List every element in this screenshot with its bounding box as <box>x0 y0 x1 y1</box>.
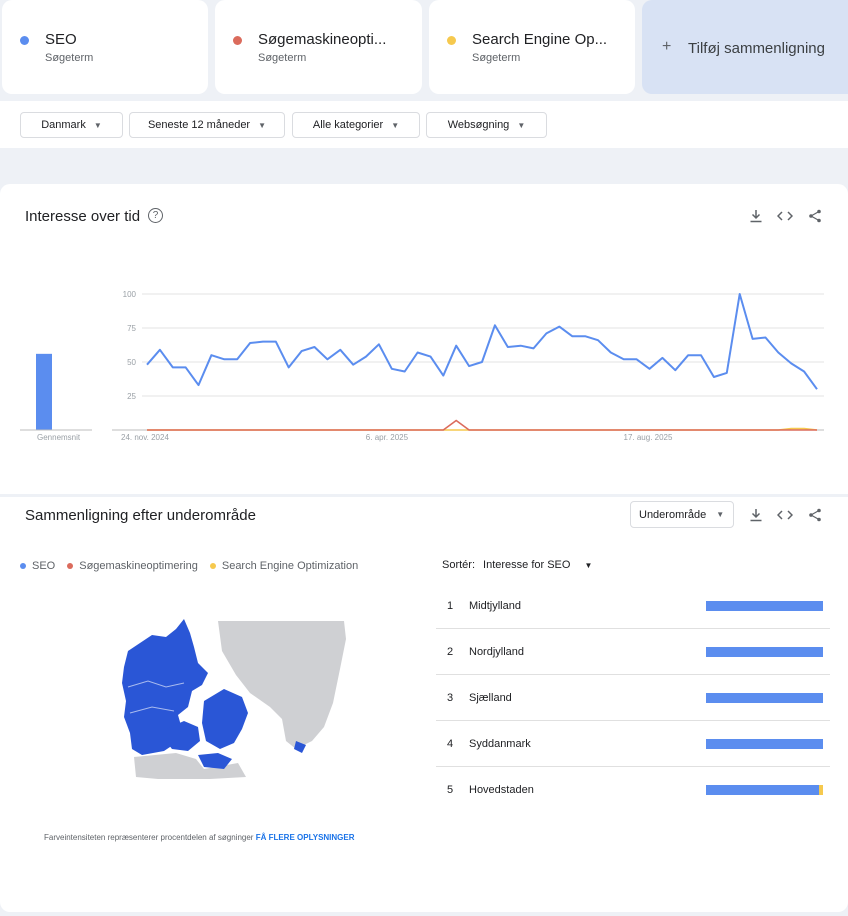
filter-label: Seneste 12 måneder <box>147 119 251 131</box>
region-name: Midtjylland <box>469 600 521 612</box>
filter-bar: Danmark ▼ Seneste 12 måneder ▼ Alle kate… <box>0 101 848 148</box>
region-map <box>122 619 346 779</box>
region-share-bar <box>706 647 823 657</box>
bar-segment-seo <box>706 647 823 657</box>
region-name: Sjælland <box>469 692 512 704</box>
filter-category[interactable]: Alle kategorier ▼ <box>292 112 420 138</box>
bar-segment-seo <box>706 693 823 703</box>
legend-item: SEO <box>20 560 55 572</box>
average-label: Gennemsnit <box>37 433 81 442</box>
average-bar <box>36 353 52 430</box>
y-tick-label: 50 <box>127 358 136 367</box>
legend-dot <box>20 563 26 569</box>
filter-label: Websøgning <box>447 119 510 131</box>
share-icon[interactable] <box>806 506 824 524</box>
bar-segment-seo <box>706 785 820 795</box>
ranking-row[interactable]: 2 Nordjylland <box>436 629 830 675</box>
rank-number: 3 <box>447 692 454 704</box>
legend-dot <box>209 563 216 569</box>
caret-down-icon: ▼ <box>93 120 102 130</box>
region-share-bar <box>706 693 823 703</box>
caret-down-icon: ▼ <box>391 120 400 130</box>
map-footnote: Farveintensiteten repræsenterer procentd… <box>44 833 355 842</box>
ranking-row[interactable]: 5 Hovedstaden <box>436 767 830 813</box>
caret-down-icon: ▼ <box>258 120 267 130</box>
filter-search-type[interactable]: Websøgning ▼ <box>426 112 547 138</box>
more-info-link[interactable]: FÅ FLERE OPLYSNINGER <box>256 833 355 842</box>
embed-icon[interactable] <box>776 506 794 524</box>
sort-value: Interesse for SEO <box>483 559 571 571</box>
y-tick-label: 25 <box>127 392 136 401</box>
x-tick-label: 24. nov. 2024 <box>121 433 169 442</box>
region-share-bar <box>706 785 823 795</box>
series-line <box>146 293 818 390</box>
region-share-bar <box>706 739 823 749</box>
term-card-seo[interactable]: SEO Søgeterm <box>2 0 208 94</box>
rank-number: 5 <box>447 784 454 796</box>
neighbour-land-germany <box>134 753 246 779</box>
legend-item: Søgemaskineoptimering <box>67 560 198 572</box>
bar-segment-seo <box>706 739 823 749</box>
panel-title: Sammenligning efter underområde <box>25 507 256 524</box>
term-name: Search Engine Op... <box>472 31 608 48</box>
add-comparison-label: Tilføj sammenligning <box>688 40 825 57</box>
series-color-dot <box>233 36 242 45</box>
add-comparison-button[interactable]: + Tilføj sammenligning <box>642 0 848 94</box>
footnote-text: Farveintensiteten repræsenterer procentd… <box>44 833 254 842</box>
x-tick-label: 17. aug. 2025 <box>624 433 673 442</box>
region-sjaelland-hovedstaden[interactable] <box>202 689 248 749</box>
term-name: Søgemaskineopti... <box>258 31 387 48</box>
term-type: Søgeterm <box>45 52 94 64</box>
legend-dot <box>67 563 74 569</box>
download-icon[interactable] <box>747 506 765 524</box>
comparison-terms: SEO Søgeterm Søgemaskineopti... Søgeterm… <box>0 0 848 96</box>
interest-over-time-panel: Interesse over tid ? 25 50 75 100 24. nov. 2… <box>0 184 848 494</box>
sort-label: Sortér: <box>442 559 476 571</box>
y-tick-label: 75 <box>127 324 136 333</box>
ranking-row[interactable]: 4 Syddanmark <box>436 721 830 767</box>
caret-down-icon: ▼ <box>517 120 526 130</box>
sort-control[interactable]: Sortér: Interesse for SEO ▼ <box>442 559 592 571</box>
legend-label: SEO <box>32 560 56 572</box>
region-ranking-list: 1 Midtjylland 2 Nordjylland 3 Sjælland 4… <box>436 583 830 813</box>
filter-label: Alle kategorier <box>312 119 384 131</box>
caret-down-icon: ▼ <box>716 510 725 519</box>
region-comparison-panel: Sammenligning efter underområde Underomr… <box>0 497 848 912</box>
bar-segment-seo <box>706 601 823 611</box>
region-name: Hovedstaden <box>469 784 534 796</box>
x-tick-label: 6. apr. 2025 <box>366 433 409 442</box>
region-share-bar <box>706 601 823 611</box>
term-type: Søgeterm <box>258 52 307 64</box>
term-card-search-engine-optimization[interactable]: Search Engine Op... Søgeterm <box>429 0 635 94</box>
interest-line-chart: 25 50 75 100 24. nov. 2024 6. apr. 2025 17. au… <box>20 290 824 442</box>
ranking-row[interactable]: 1 Midtjylland <box>436 583 830 629</box>
region-legend: SEO Søgemaskineoptimering Search Engine … <box>20 560 358 572</box>
series-color-dot <box>447 36 456 45</box>
legend-label: Søgemaskineoptimering <box>79 560 198 572</box>
subregion-select[interactable]: Underområde ▼ <box>630 501 734 528</box>
filter-label: Danmark <box>41 119 86 131</box>
region-name: Nordjylland <box>469 646 525 658</box>
filter-time-range[interactable]: Seneste 12 måneder ▼ <box>129 112 285 138</box>
caret-down-icon: ▼ <box>584 560 593 570</box>
legend-item: Search Engine Optimization <box>209 560 359 572</box>
region-name: Syddanmark <box>469 738 531 750</box>
select-value: Underområde <box>639 508 707 521</box>
y-tick-label: 100 <box>123 290 137 299</box>
legend-label: Search Engine Optimization <box>221 560 359 572</box>
ranking-row[interactable]: 3 Sjælland <box>436 675 830 721</box>
series-color-dot <box>20 36 29 45</box>
bar-segment-en <box>819 785 823 795</box>
term-name: SEO <box>45 31 77 48</box>
term-card-soegemaskineoptimering[interactable]: Søgemaskineopti... Søgeterm <box>215 0 422 94</box>
term-type: Søgeterm <box>472 52 521 64</box>
rank-number: 4 <box>447 738 454 750</box>
rank-number: 1 <box>447 600 454 612</box>
rank-number: 2 <box>447 646 454 658</box>
filter-region[interactable]: Danmark ▼ <box>20 112 123 138</box>
series-line <box>147 419 817 431</box>
plus-icon: + <box>662 38 672 55</box>
